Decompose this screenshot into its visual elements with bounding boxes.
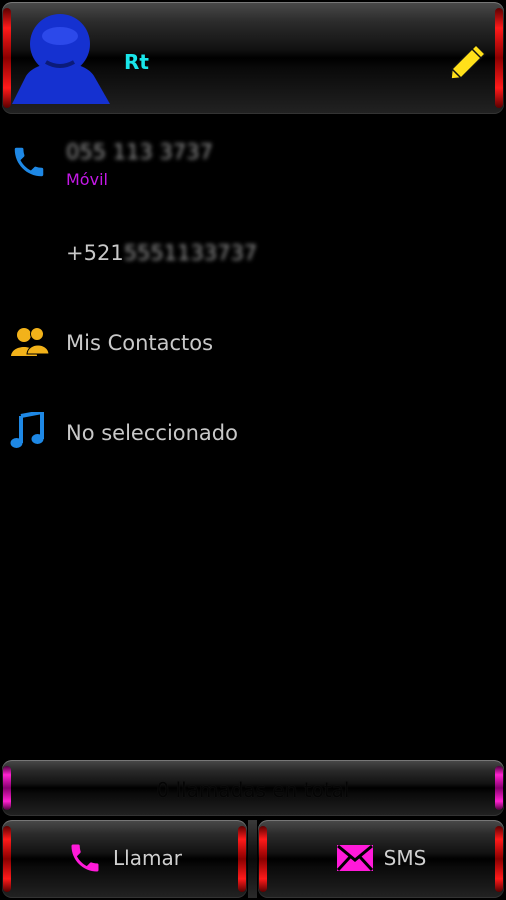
- sms-button-label: SMS: [383, 846, 427, 870]
- contact-header: Rt: [2, 2, 504, 114]
- contact-name: Rt: [124, 50, 149, 74]
- phone-icon: [14, 147, 44, 177]
- phone-icon: [71, 844, 99, 872]
- person-icon: [12, 14, 110, 104]
- sms-button-content: SMS: [258, 838, 504, 878]
- phone-number: 055 113 3737: [66, 140, 213, 164]
- envelope-icon: [336, 844, 373, 872]
- pencil-icon[interactable]: [448, 42, 488, 82]
- call-count-label: 0 llamadas en total: [156, 778, 350, 802]
- call-button[interactable]: Llamar: [2, 820, 247, 898]
- button-divider: [248, 820, 257, 898]
- group-label: Mis Contactos: [66, 331, 214, 355]
- phone-type-label: Móvil: [66, 170, 108, 189]
- call-count-bar[interactable]: 0 llamadas en total: [2, 760, 504, 816]
- call-button-label: Llamar: [113, 846, 182, 870]
- music-note-icon: [10, 412, 44, 448]
- people-icon: [11, 327, 50, 356]
- alt-phone-rest: 5551133737: [123, 241, 258, 265]
- ringtone-label: No seleccionado: [66, 421, 238, 445]
- alt-phone-prefix: +521: [66, 241, 124, 265]
- call-button-content: Llamar: [2, 838, 247, 878]
- alt-phone-number: +5215551133737: [66, 241, 257, 265]
- sms-button[interactable]: SMS: [258, 820, 504, 898]
